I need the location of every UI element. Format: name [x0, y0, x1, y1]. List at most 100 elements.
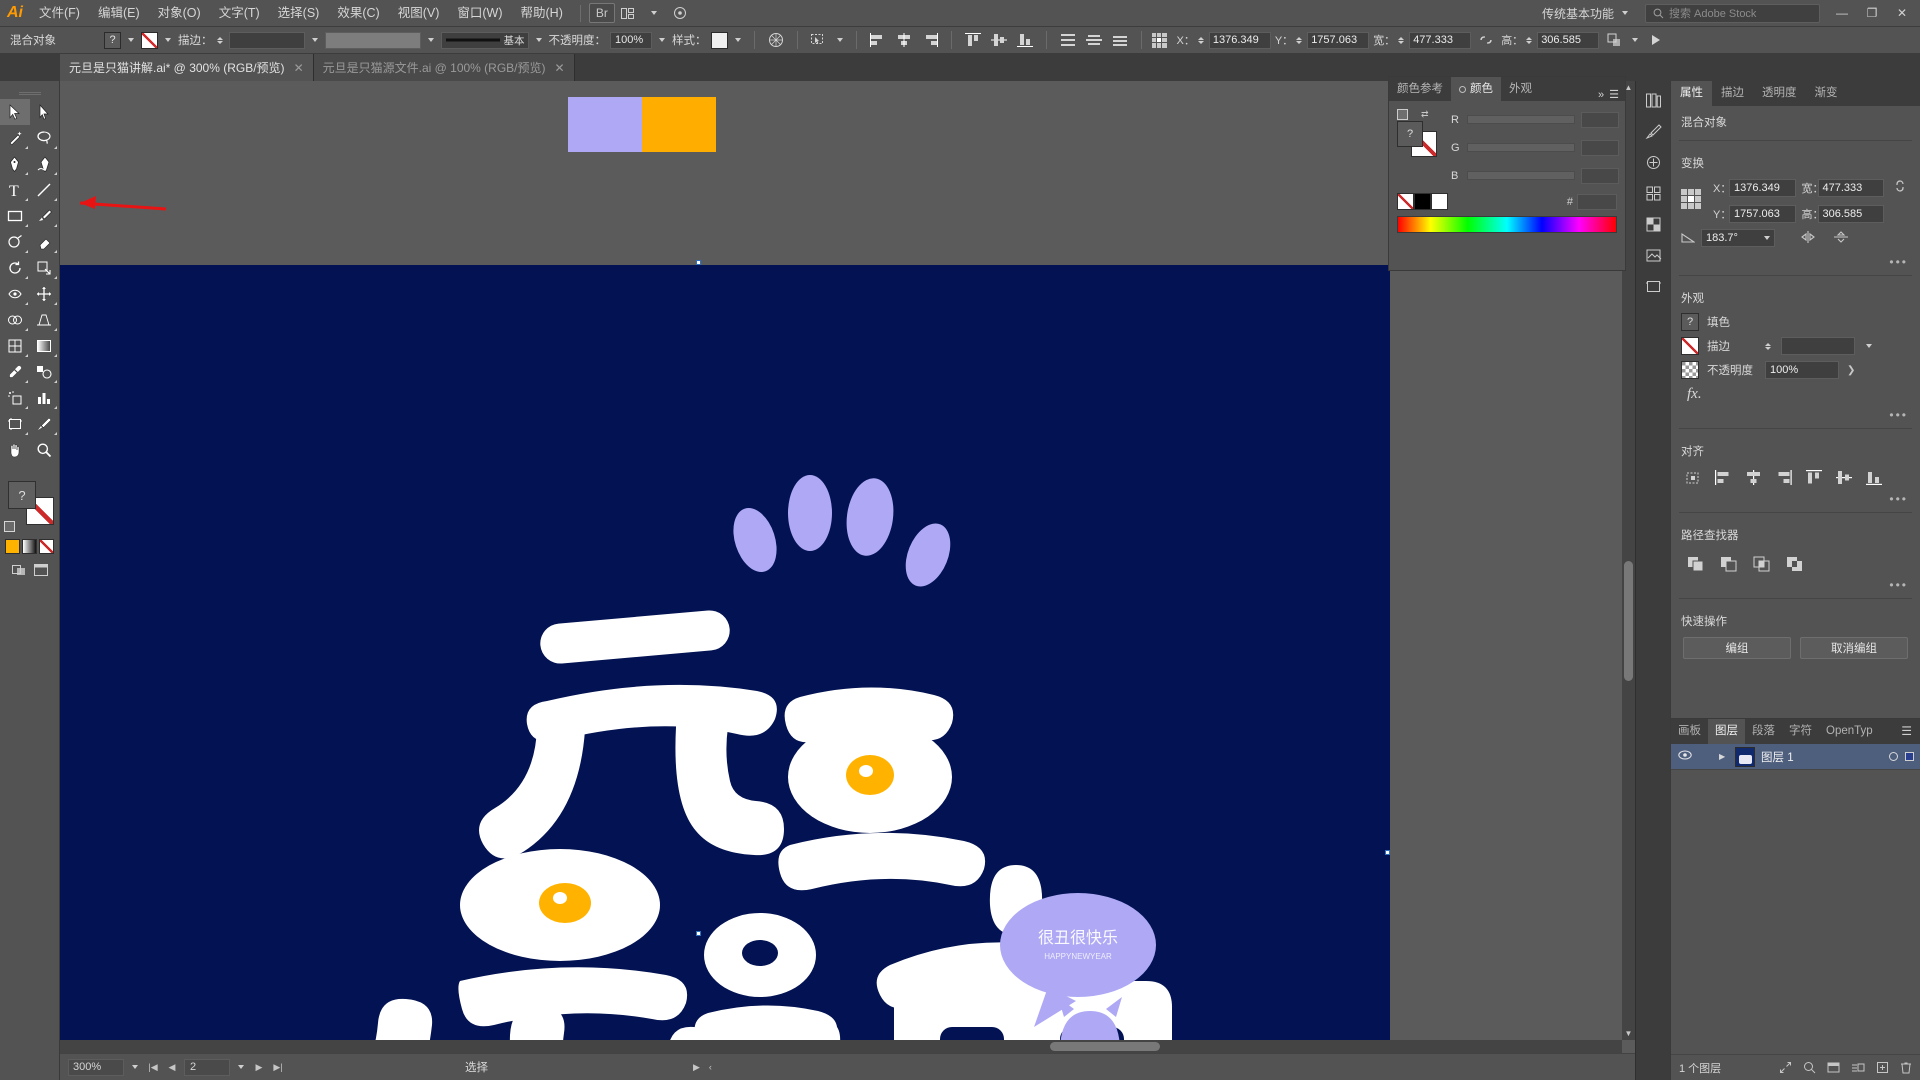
release-to-layers-icon[interactable] [1803, 1061, 1816, 1074]
artboard-chevron-icon[interactable] [238, 1065, 244, 1069]
shaper-tool[interactable] [0, 229, 30, 255]
selection-tool[interactable] [0, 99, 30, 125]
symbols-icon[interactable] [1640, 149, 1667, 176]
align-bottom-icon[interactable] [1863, 467, 1884, 488]
appearance-fx-button[interactable]: fx. [1681, 386, 1702, 403]
align-bottom-icon[interactable] [1014, 30, 1036, 50]
properties-h-input[interactable]: 306.585 [1817, 205, 1884, 223]
collapse-panel-icon[interactable]: » [1598, 89, 1604, 101]
hand-tool[interactable] [0, 437, 30, 463]
ungroup-button[interactable]: 取消编组 [1800, 637, 1908, 659]
create-new-layer-icon[interactable] [1876, 1061, 1889, 1074]
libraries-icon[interactable] [1640, 87, 1667, 114]
height-input[interactable]: 306.585 [1537, 31, 1600, 49]
properties-x-input[interactable]: 1376.349 [1729, 178, 1796, 197]
fill-chevron-icon[interactable] [128, 38, 134, 42]
swatch-none[interactable] [1397, 193, 1414, 210]
tools-panel-grip[interactable] [0, 89, 59, 99]
rotate-tool[interactable] [0, 255, 30, 281]
stroke-profile-preview[interactable]: 基本 [440, 31, 529, 49]
eyedropper-tool[interactable] [0, 359, 30, 385]
rotation-angle-input[interactable]: 183.7° [1701, 229, 1775, 247]
x-input[interactable]: 1376.349 [1208, 31, 1271, 49]
color-fill-swatch[interactable]: ? [1397, 121, 1423, 147]
appearance-stroke-input[interactable] [1781, 337, 1855, 355]
properties-y-input[interactable]: 1757.063 [1729, 205, 1796, 223]
perspective-grid-tool[interactable] [30, 307, 60, 333]
document-tab-2-close-icon[interactable]: ✕ [555, 61, 565, 75]
stock-search-field[interactable]: 搜索 Adobe Stock [1645, 3, 1820, 23]
align-center-horizontal-icon[interactable] [893, 30, 915, 50]
lasso-tool[interactable] [30, 125, 60, 151]
properties-w-input[interactable]: 477.333 [1817, 178, 1884, 197]
drawing-mode-icon[interactable] [10, 562, 28, 578]
zoom-chevron-icon[interactable] [132, 1065, 138, 1069]
align-middle-vertical-icon[interactable] [988, 30, 1010, 50]
none-swatch-button[interactable] [39, 539, 54, 554]
appearance-stroke-stepper[interactable] [1765, 342, 1771, 350]
tab-appearance[interactable]: 外观 [1501, 77, 1540, 101]
arrange-chevron-icon[interactable] [641, 3, 667, 23]
width-tool[interactable] [0, 281, 30, 307]
stroke-color-swatch[interactable] [141, 31, 158, 49]
free-transform-tool[interactable] [30, 281, 60, 307]
color-panel-menu-icon[interactable]: ☰ [1609, 88, 1619, 101]
line-segment-tool[interactable] [30, 177, 60, 203]
align-top-icon[interactable] [1803, 467, 1824, 488]
color-spectrum-strip[interactable] [1397, 216, 1617, 233]
tab-layers[interactable]: 图层 [1708, 719, 1745, 744]
properties-constrain-icon[interactable] [1890, 175, 1910, 200]
next-artboard-button[interactable]: ▶ [252, 1059, 266, 1075]
properties-reference-point[interactable] [1681, 189, 1701, 209]
curvature-tool[interactable] [30, 151, 60, 177]
swatches-icon[interactable] [1640, 180, 1667, 207]
appearance-more-options-icon[interactable]: ••• [1671, 406, 1920, 422]
menu-type[interactable]: 文字(T) [210, 0, 269, 27]
selection-anchor-mid[interactable] [696, 931, 701, 936]
slice-tool[interactable] [30, 411, 60, 437]
locate-object-icon[interactable] [1779, 1061, 1792, 1074]
prev-artboard-button[interactable]: ◀ [165, 1059, 179, 1075]
document-tab-1-close-icon[interactable]: ✕ [294, 61, 304, 75]
align-middle-vertical-icon[interactable] [1833, 467, 1854, 488]
vertical-scroll-thumb[interactable] [1624, 561, 1633, 681]
layers-panel-menu-icon[interactable]: ☰ [1893, 719, 1920, 744]
pen-tool[interactable] [0, 151, 30, 177]
opacity-input[interactable]: 100% [610, 31, 652, 49]
pathfinder-unite-icon[interactable] [1685, 553, 1706, 574]
distribute-center-icon[interactable] [1083, 30, 1105, 50]
x-stepper[interactable] [1197, 36, 1204, 44]
tab-color[interactable]: 颜色 [1451, 77, 1501, 101]
scroll-down-arrow-icon[interactable]: ▼ [1622, 1027, 1635, 1040]
horizontal-scroll-thumb[interactable] [1050, 1042, 1160, 1051]
appearance-fill-swatch[interactable]: ? [1681, 313, 1699, 331]
fill-swatch[interactable]: ? [8, 481, 36, 509]
align-left-icon[interactable] [1713, 467, 1734, 488]
height-stepper[interactable] [1526, 36, 1533, 44]
rectangle-tool[interactable] [0, 203, 30, 229]
transform-reference-point[interactable] [1151, 32, 1167, 48]
recolor-artwork-icon[interactable] [765, 30, 787, 50]
close-button[interactable]: ✕ [1888, 2, 1916, 24]
menu-object[interactable]: 对象(O) [149, 0, 210, 27]
constrain-proportions-icon[interactable] [1475, 30, 1497, 50]
align-center-horizontal-icon[interactable] [1743, 467, 1764, 488]
align-left-icon[interactable] [867, 30, 889, 50]
menu-file[interactable]: 文件(F) [30, 0, 89, 27]
gradient-swatch-button[interactable] [22, 539, 37, 554]
appearance-opacity-swatch[interactable] [1681, 361, 1699, 379]
distribute-top-icon[interactable] [1057, 30, 1079, 50]
status-menu-group[interactable]: ▶ ‹ [693, 1062, 712, 1073]
opacity-chevron-icon[interactable] [659, 38, 665, 42]
zoom-level-input[interactable]: 300% [68, 1058, 124, 1076]
document-tab-2[interactable]: 元旦是只猫源文件.ai @ 100% (RGB/预览) ✕ [313, 54, 575, 81]
create-sublayer-icon[interactable] [1851, 1061, 1865, 1074]
style-chevron-icon[interactable] [734, 38, 741, 42]
links-icon[interactable] [1640, 242, 1667, 269]
tab-character[interactable]: 字符 [1782, 719, 1819, 744]
width-input[interactable]: 477.333 [1409, 31, 1472, 49]
mesh-tool[interactable] [0, 333, 30, 359]
tab-properties[interactable]: 属性 [1671, 81, 1712, 106]
paintbrush-tool[interactable] [30, 203, 60, 229]
channel-r-input[interactable] [1581, 111, 1619, 128]
